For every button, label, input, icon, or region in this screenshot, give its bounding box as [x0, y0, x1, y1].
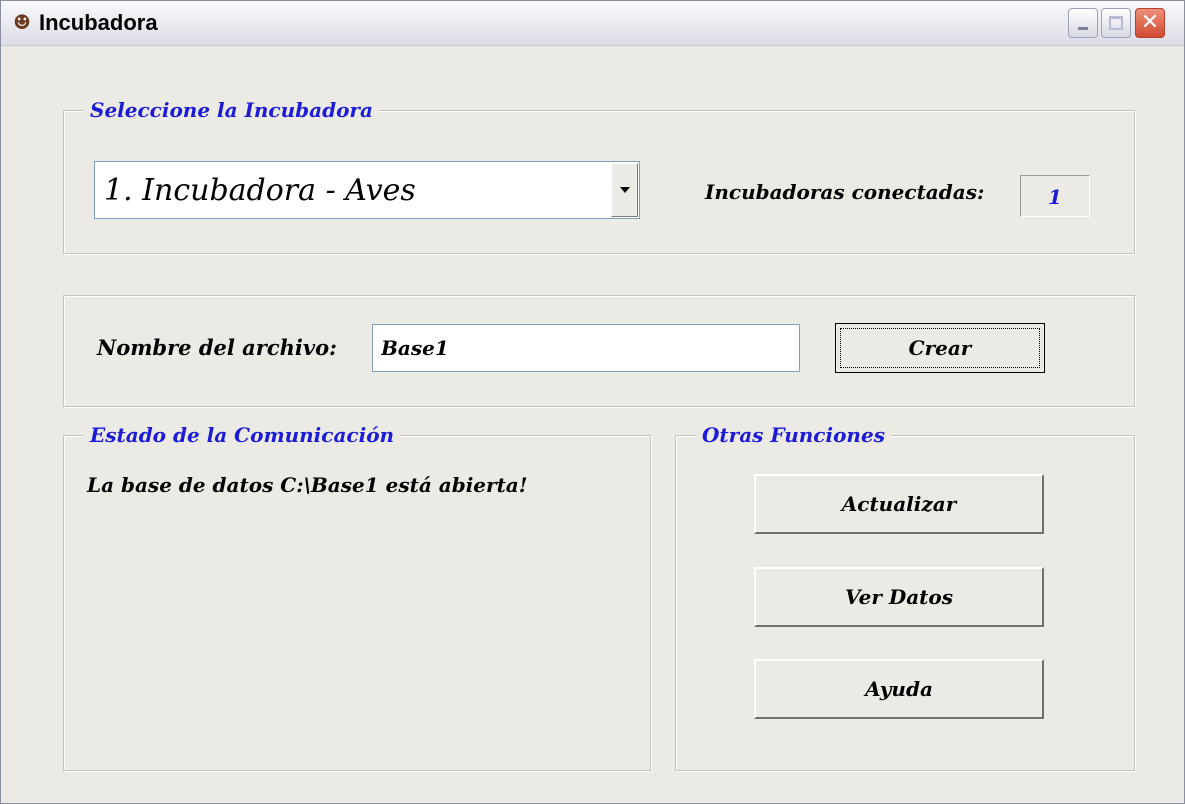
- maximize-button[interactable]: [1101, 8, 1131, 38]
- incubator-app-icon[interactable]: ☻: [11, 10, 33, 34]
- view-data-button[interactable]: Ver Datos: [754, 567, 1044, 627]
- chevron-down-icon: [620, 187, 630, 193]
- connected-incubators-count-box: 1: [1020, 175, 1090, 217]
- minimize-icon: [1078, 27, 1088, 30]
- close-button[interactable]: ✕: [1135, 8, 1165, 38]
- file-name-input[interactable]: [372, 324, 800, 372]
- status-message: La base de datos C:\Base1 está abierta!: [87, 473, 528, 497]
- create-button[interactable]: Crear: [835, 323, 1045, 373]
- window-title: Incubadora: [39, 10, 158, 35]
- other-functions-legend: Otras Funciones: [696, 421, 891, 449]
- help-button[interactable]: Ayuda: [754, 659, 1044, 719]
- maximize-icon: [1109, 16, 1123, 30]
- communication-status-legend: Estado de la Comunicación: [84, 421, 401, 449]
- connected-incubators-count: 1: [1048, 185, 1062, 209]
- minimize-button[interactable]: [1068, 8, 1098, 38]
- title-bar[interactable]: ☻ Incubadora ✕: [1, 1, 1184, 46]
- file-name-label: Nombre del archivo:: [97, 335, 337, 360]
- dropdown-button[interactable]: [611, 163, 638, 217]
- incubator-dropdown[interactable]: 1. Incubadora - Aves: [94, 161, 640, 219]
- update-button[interactable]: Actualizar: [754, 474, 1044, 534]
- close-icon: ✕: [1140, 10, 1160, 35]
- incubator-select-legend: Seleccione la Incubadora: [84, 96, 379, 124]
- main-window: ☻ Incubadora ✕ Seleccione la Incubadora …: [0, 0, 1185, 804]
- connected-incubators-label: Incubadoras conectadas:: [705, 180, 985, 204]
- create-button-label: Crear: [908, 336, 972, 360]
- incubator-dropdown-value: 1. Incubadora - Aves: [104, 173, 416, 208]
